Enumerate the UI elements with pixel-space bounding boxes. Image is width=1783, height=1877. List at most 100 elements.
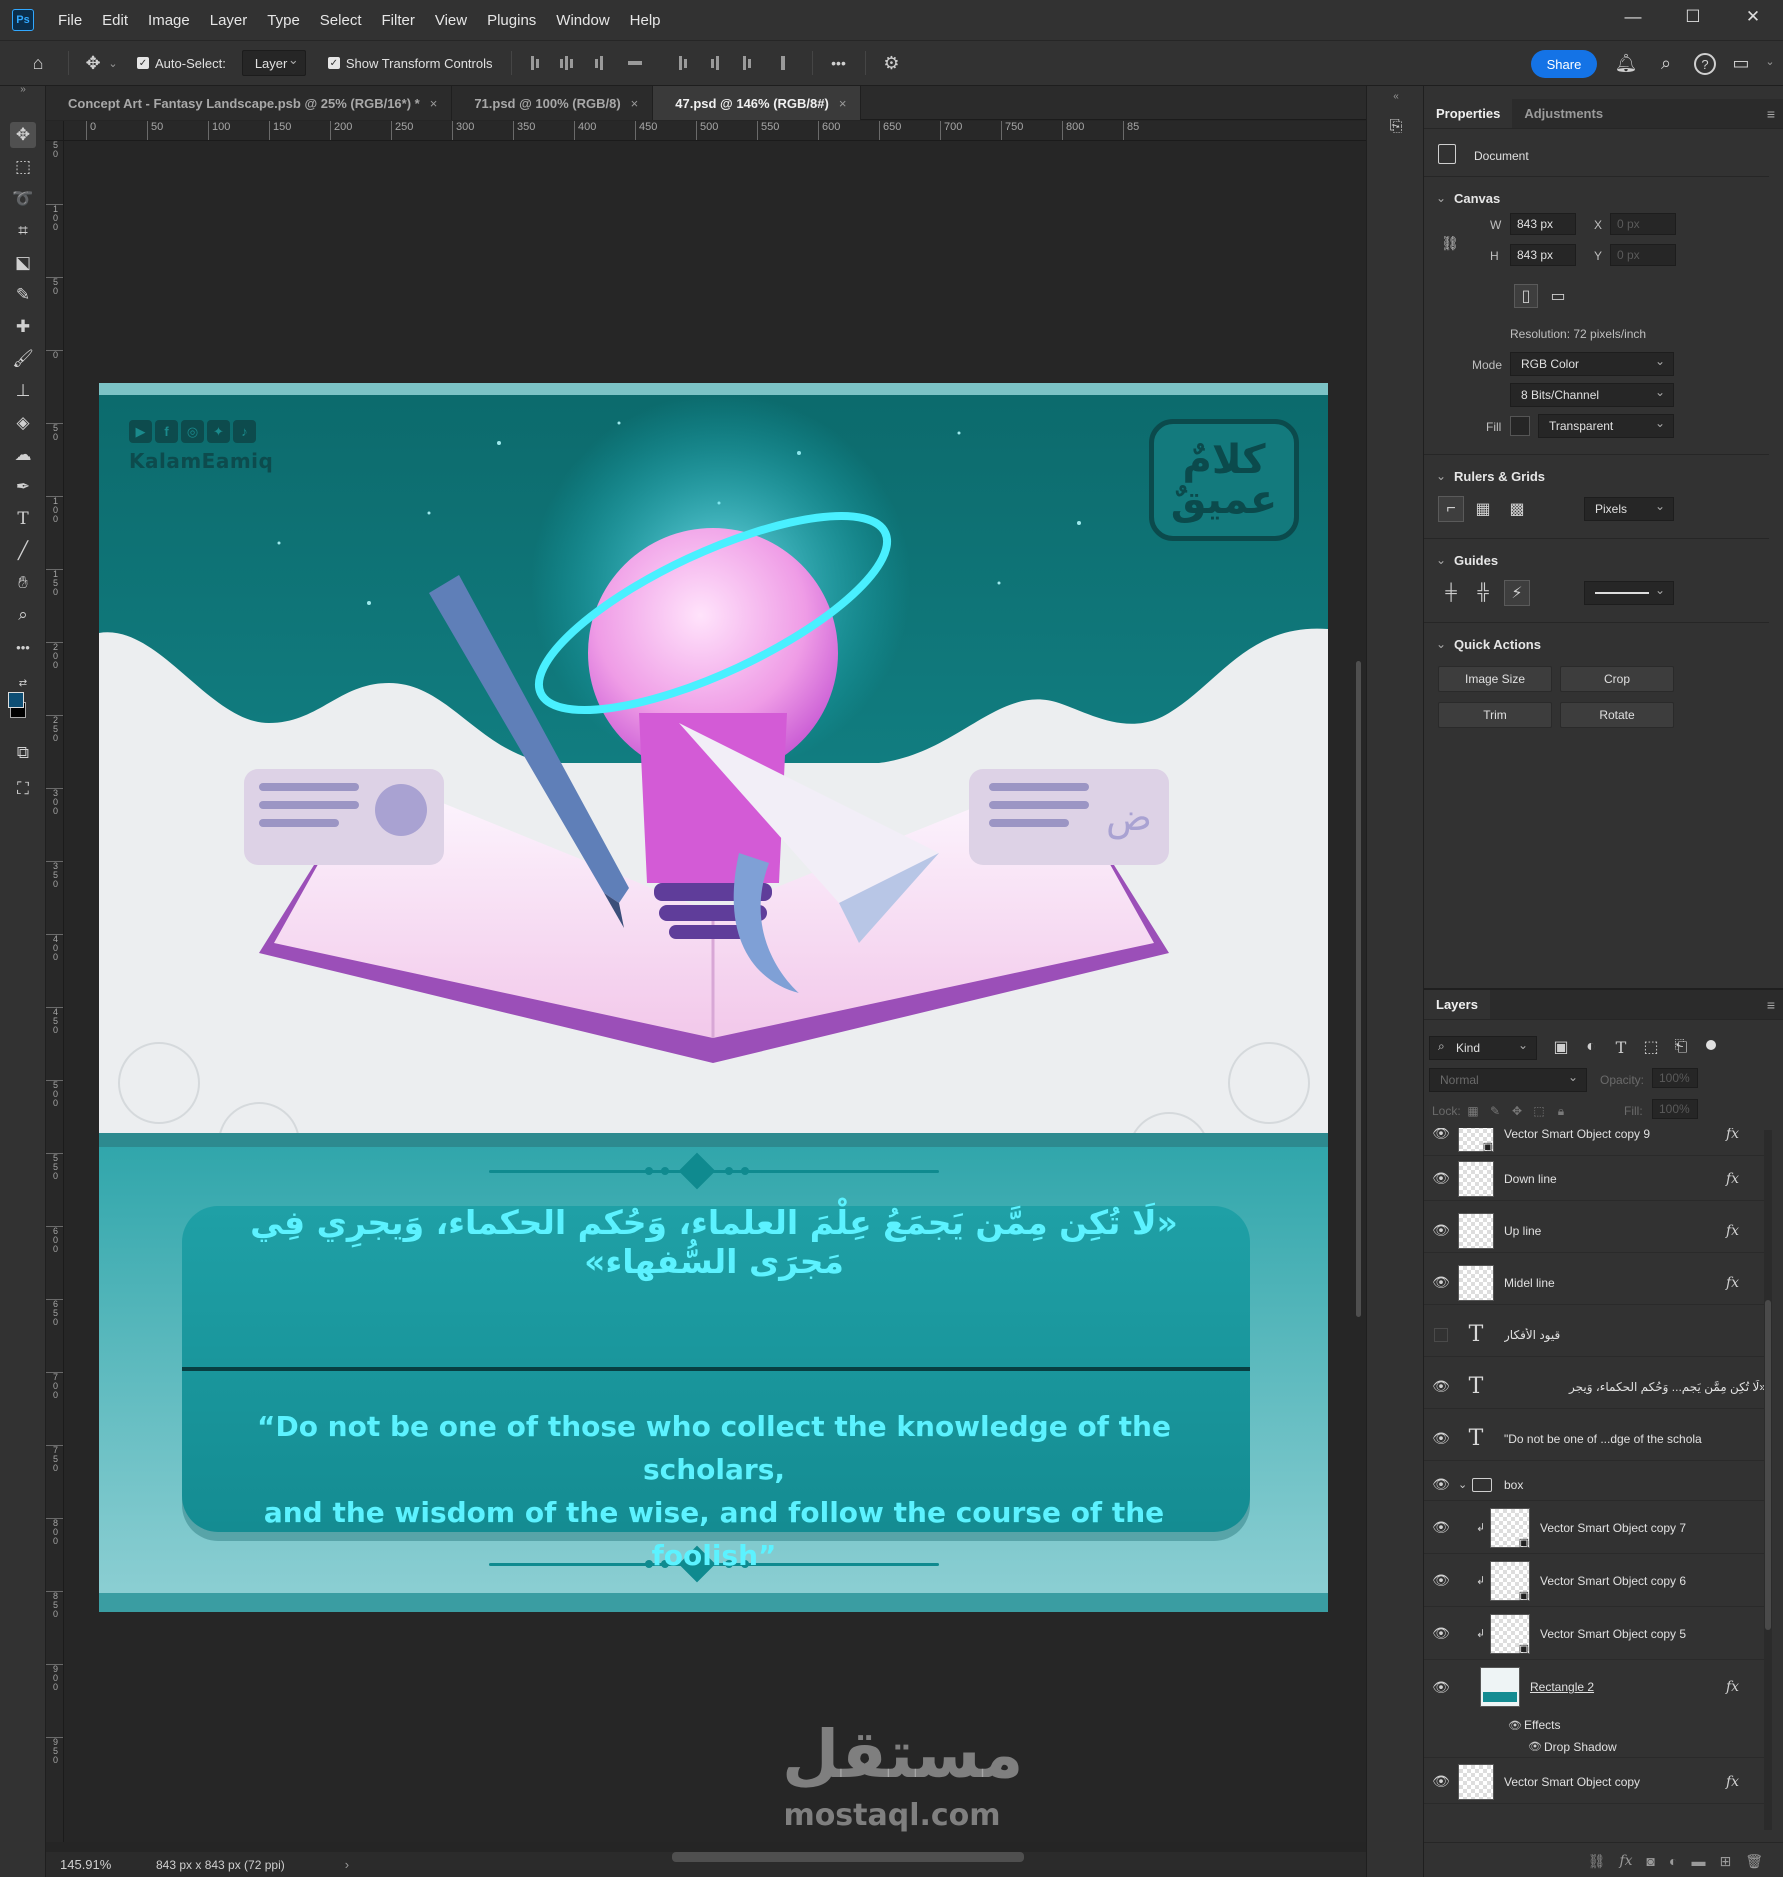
- bit-depth-select[interactable]: 8 Bits/Channel: [1510, 383, 1674, 407]
- filter-adjustment-icon[interactable]: ◐: [1578, 1034, 1604, 1060]
- minimize-button[interactable]: —: [1603, 0, 1663, 34]
- grid-toggle-icon[interactable]: ▦: [1470, 496, 1496, 522]
- lock-position-icon[interactable]: ✥: [1508, 1098, 1526, 1124]
- lasso-tool-icon[interactable]: ➰: [10, 186, 36, 212]
- opacity-field[interactable]: 100%: [1652, 1068, 1698, 1088]
- layer-row[interactable]: 👁︎ Vector Smart Object copy 9 fx: [1424, 1128, 1766, 1156]
- brush-tool-icon[interactable]: 🖌︎: [10, 346, 36, 372]
- visibility-eye-icon[interactable]: 👁︎: [1424, 1679, 1458, 1696]
- align-bottom-icon[interactable]: [738, 55, 756, 71]
- guide-layout-icon[interactable]: ╬: [1470, 580, 1496, 606]
- visibility-eye-icon[interactable]: 👁︎: [1424, 1773, 1458, 1790]
- link-layers-icon[interactable]: ⛓: [1588, 1853, 1606, 1870]
- align-horizontal-center-icon[interactable]: [558, 55, 576, 71]
- horizontal-ruler[interactable]: 0 50 100 150 200 250 300 350 400 450 500 550 600 650 7…: [64, 121, 1366, 141]
- lock-image-icon[interactable]: ✎: [1486, 1098, 1504, 1124]
- filter-pixel-icon[interactable]: ▣: [1548, 1034, 1574, 1060]
- layer-filter-kind-select[interactable]: ⌕ Kind: [1429, 1036, 1537, 1060]
- scrollbar-thumb[interactable]: [1356, 661, 1361, 1317]
- tab-properties[interactable]: Properties: [1424, 99, 1513, 128]
- layer-effects-icon[interactable]: fx: [1726, 1679, 1766, 1695]
- status-menu-chevron-icon[interactable]: ›: [345, 1857, 349, 1872]
- menu-filter[interactable]: Filter: [372, 0, 425, 40]
- close-tab-icon[interactable]: ×: [839, 96, 847, 111]
- history-panel-icon[interactable]: ⎘: [1385, 116, 1407, 138]
- color-mode-select[interactable]: RGB Color: [1510, 352, 1674, 376]
- filter-type-icon[interactable]: T: [1608, 1034, 1634, 1060]
- menu-file[interactable]: File: [48, 0, 92, 40]
- layers-scrollbar[interactable]: [1764, 1130, 1772, 1830]
- smudge-tool-icon[interactable]: ☁: [10, 442, 36, 468]
- move-tool-icon[interactable]: ✥: [10, 122, 36, 148]
- layer-row[interactable]: 👁︎ Up line fx: [1424, 1209, 1766, 1253]
- type-tool-icon[interactable]: T: [10, 506, 36, 532]
- lock-artboard-icon[interactable]: ⬚: [1530, 1098, 1548, 1124]
- blend-mode-select[interactable]: Normal: [1429, 1068, 1587, 1092]
- lock-transparent-icon[interactable]: ▦: [1464, 1098, 1482, 1124]
- distribute-horizontal-icon[interactable]: [774, 55, 792, 71]
- close-tab-icon[interactable]: ×: [631, 96, 639, 111]
- visibility-eye-icon[interactable]: 👁︎: [1424, 1274, 1458, 1291]
- menu-edit[interactable]: Edit: [92, 0, 138, 40]
- hand-tool-icon[interactable]: ✋︎: [10, 570, 36, 596]
- layer-row[interactable]: 👁︎ ↲ Vector Smart Object copy 7: [1424, 1502, 1766, 1554]
- filter-shape-icon[interactable]: ⬚: [1638, 1034, 1664, 1060]
- pixel-grid-toggle-icon[interactable]: ▩: [1504, 496, 1530, 522]
- auto-select-target-select[interactable]: Layer: [241, 50, 306, 76]
- auto-select-checkbox[interactable]: ✓ Auto-Select:: [137, 56, 226, 71]
- effects-row[interactable]: 👁︎ Effects: [1424, 1714, 1766, 1736]
- visibility-off-icon[interactable]: [1424, 1328, 1458, 1342]
- visibility-eye-icon[interactable]: 👁︎: [1424, 1572, 1458, 1589]
- menu-view[interactable]: View: [425, 0, 477, 40]
- layer-effects-icon[interactable]: fx: [1726, 1774, 1766, 1790]
- quick-actions-section-header[interactable]: Quick Actions: [1436, 634, 1541, 654]
- visibility-eye-icon[interactable]: 👁︎: [1424, 1430, 1458, 1447]
- tab-71-psd[interactable]: 71.psd @ 100% (RGB/8) ×: [452, 86, 654, 120]
- rulers-grids-section-header[interactable]: Rulers & Grids: [1436, 466, 1545, 486]
- layer-row[interactable]: T قيود الأفكار: [1424, 1313, 1766, 1357]
- layer-row[interactable]: 👁︎ Rectangle 2 fx: [1424, 1661, 1766, 1713]
- canvas-section-header[interactable]: Canvas: [1436, 188, 1500, 208]
- home-icon[interactable]: ⌂: [20, 53, 56, 74]
- new-adjustment-layer-icon[interactable]: ◐: [1669, 1853, 1677, 1869]
- notifications-bell-icon[interactable]: 🔔︎: [1615, 53, 1638, 74]
- layer-row[interactable]: 👁︎ Midel line fx: [1424, 1261, 1766, 1305]
- visibility-eye-icon[interactable]: 👁︎: [1508, 1719, 1524, 1732]
- swap-colors-icon[interactable]: ⇄: [10, 676, 36, 690]
- visibility-eye-icon[interactable]: 👁︎: [1424, 1519, 1458, 1536]
- guides-section-header[interactable]: Guides: [1436, 550, 1498, 570]
- add-layer-style-icon[interactable]: fx: [1619, 1853, 1632, 1869]
- new-group-icon[interactable]: ▬: [1691, 1853, 1705, 1869]
- height-field[interactable]: 843 px: [1510, 244, 1576, 266]
- smart-guides-icon[interactable]: ⚡︎: [1504, 580, 1530, 606]
- menu-plugins[interactable]: Plugins: [477, 0, 546, 40]
- link-dimensions-icon[interactable]: ⛓: [1440, 228, 1460, 258]
- share-button[interactable]: Share: [1531, 50, 1597, 78]
- layer-effects-icon[interactable]: fx: [1726, 1128, 1766, 1142]
- layer-effects-icon[interactable]: fx: [1726, 1275, 1766, 1291]
- screen-mode-icon[interactable]: ⛶: [10, 776, 36, 802]
- portrait-orientation-icon[interactable]: ▯: [1514, 284, 1538, 308]
- menu-image[interactable]: Image: [138, 0, 200, 40]
- zoom-tool-icon[interactable]: ⌕: [10, 602, 36, 628]
- workspace-chevron-icon[interactable]: ⌄: [1764, 55, 1776, 68]
- panel-menu-icon[interactable]: ≡: [1767, 997, 1775, 1013]
- width-field[interactable]: 843 px: [1510, 213, 1576, 235]
- menu-layer[interactable]: Layer: [200, 0, 258, 40]
- visibility-eye-icon[interactable]: 👁︎: [1424, 1128, 1458, 1142]
- fill-select[interactable]: Transparent: [1538, 414, 1674, 438]
- visibility-eye-icon[interactable]: 👁︎: [1424, 1222, 1458, 1239]
- settings-gear-icon[interactable]: ⚙: [880, 53, 904, 74]
- delete-layer-icon[interactable]: 🗑︎: [1745, 1853, 1763, 1870]
- layer-row[interactable]: 👁︎ T "Do not be one of ...dge of the sch…: [1424, 1417, 1766, 1461]
- more-options-icon[interactable]: •••: [827, 55, 851, 71]
- guides-toggle-icon[interactable]: ╪: [1438, 580, 1464, 606]
- show-transform-controls-checkbox[interactable]: ✓ Show Transform Controls: [327, 56, 493, 71]
- align-vertical-center-icon[interactable]: [706, 55, 724, 71]
- scrollbar-thumb[interactable]: [1765, 1300, 1771, 1630]
- rulers-toggle-icon[interactable]: ⌐: [1438, 496, 1464, 522]
- lock-all-icon[interactable]: 🔒︎: [1552, 1098, 1570, 1124]
- menu-window[interactable]: Window: [546, 0, 619, 40]
- crop-button[interactable]: Crop: [1560, 666, 1674, 692]
- close-window-button[interactable]: ✕: [1723, 0, 1783, 34]
